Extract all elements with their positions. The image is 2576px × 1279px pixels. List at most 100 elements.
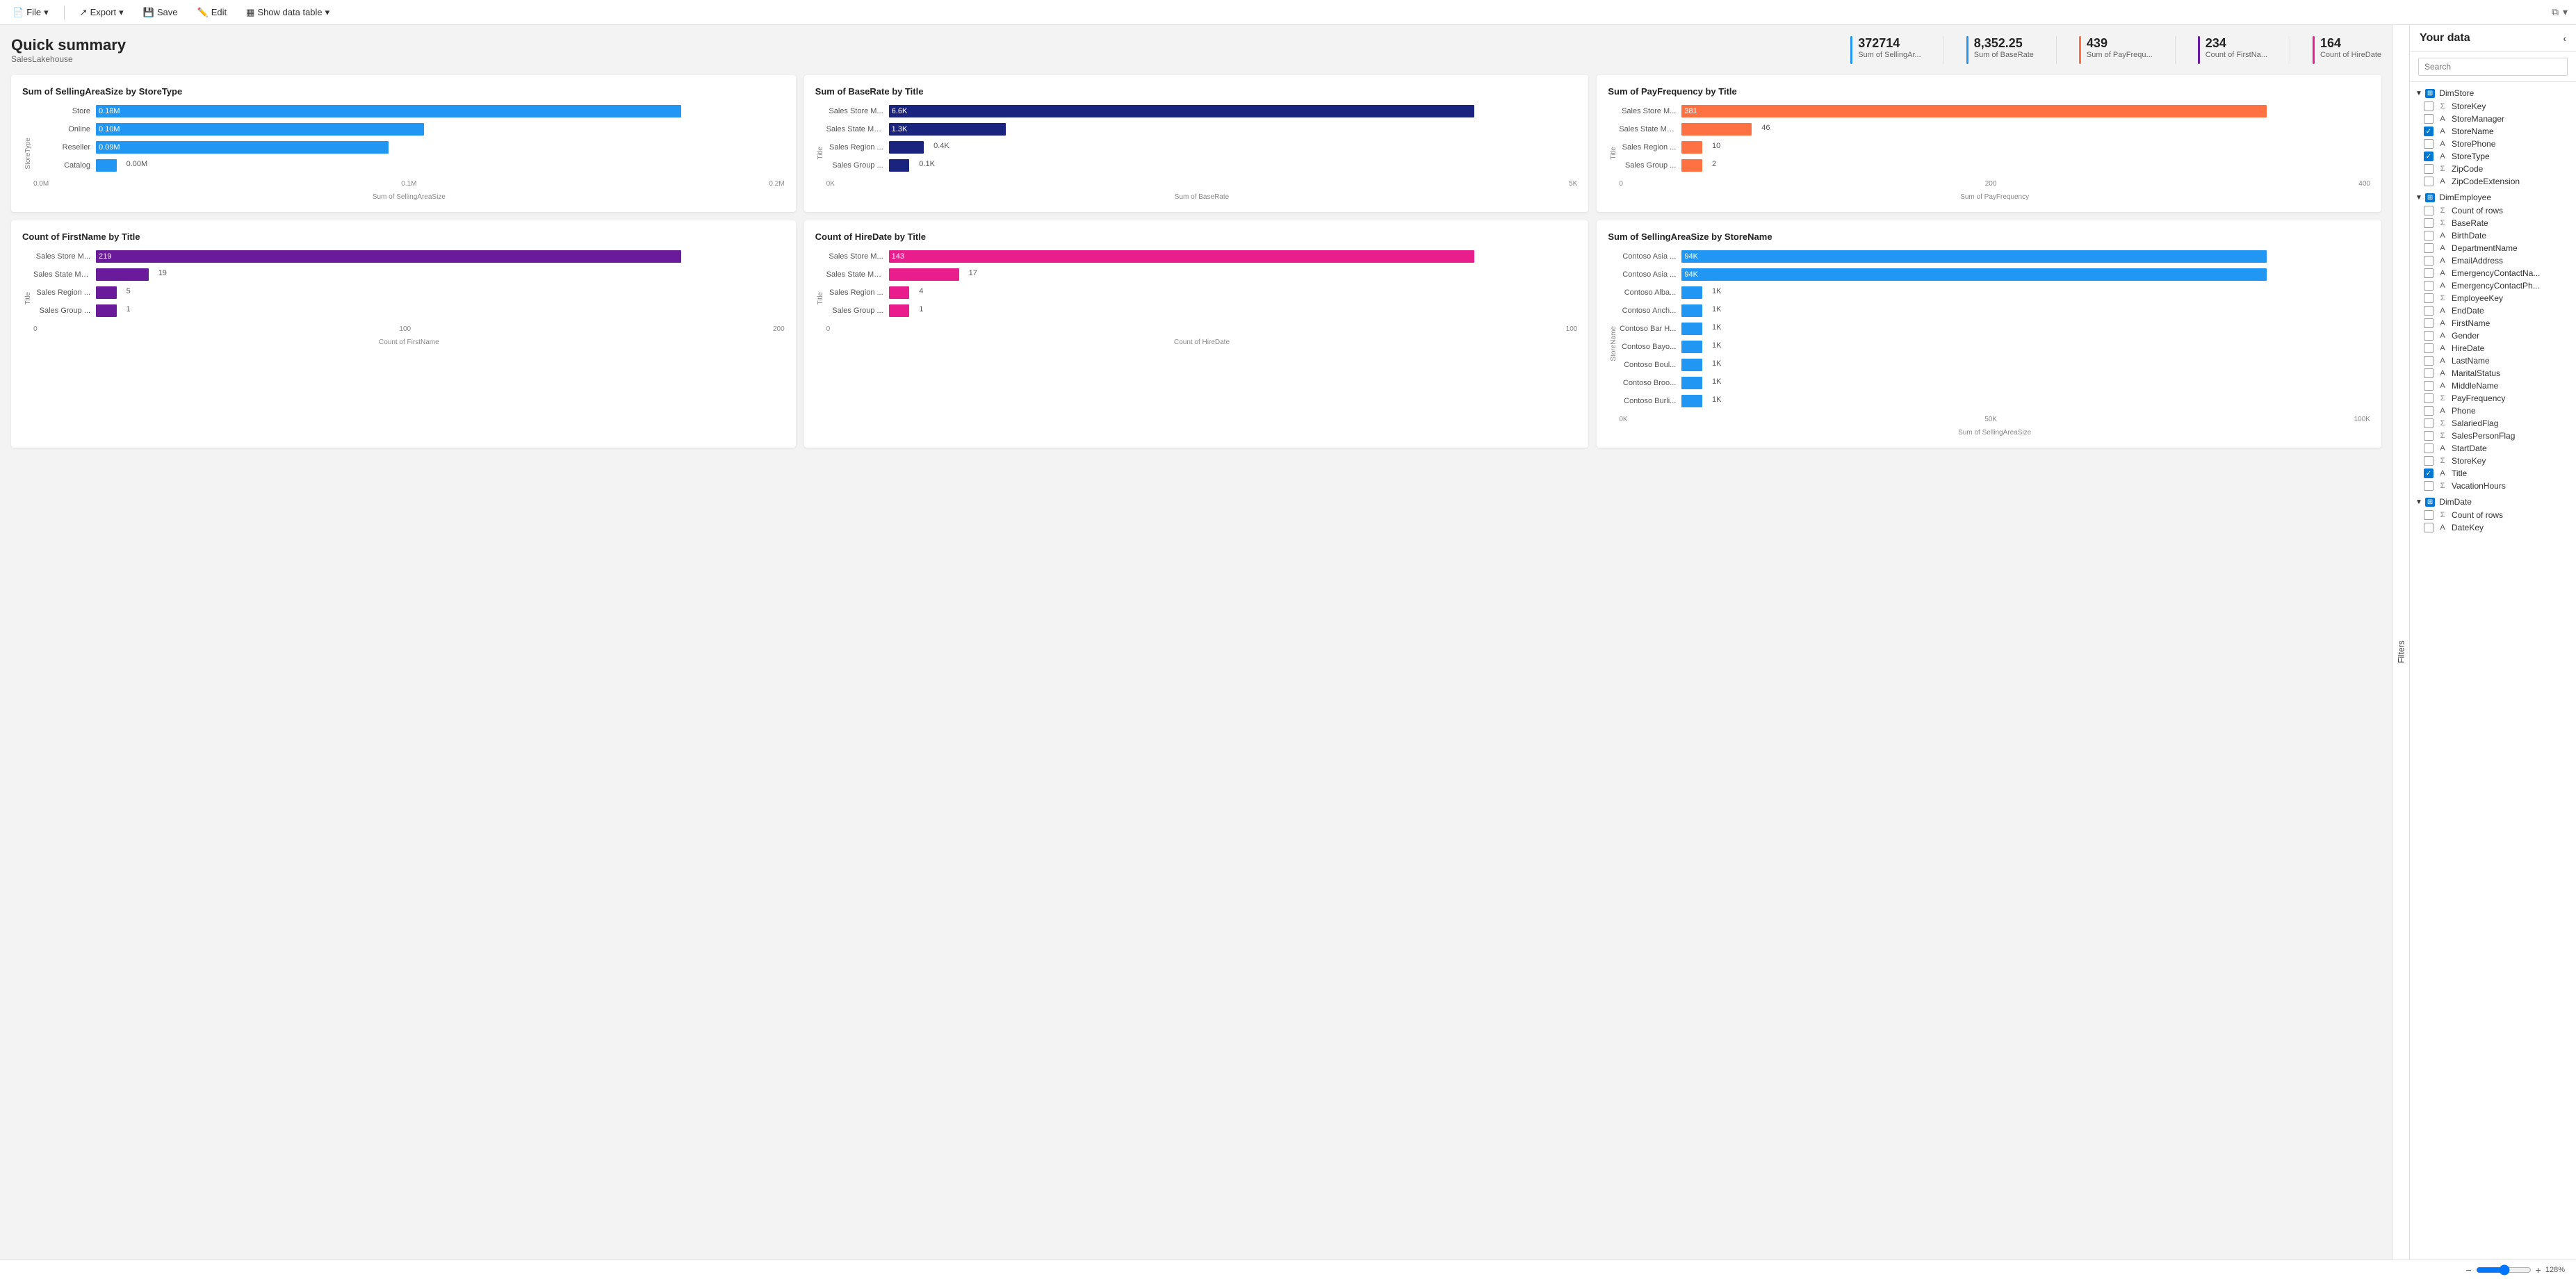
checkbox-1-11[interactable] (2424, 343, 2434, 353)
checkbox-1-13[interactable] (2424, 368, 2434, 378)
bar-fill-5-3 (1681, 304, 1702, 317)
checkbox-2-1[interactable] (2424, 523, 2434, 532)
bar-track-0-3: 0.00M (96, 159, 785, 172)
bar-value-inside-3-0: 219 (99, 252, 111, 261)
checkbox-1-5[interactable] (2424, 268, 2434, 278)
sidebar-item-1-4[interactable]: A EmailAddress (2410, 254, 2576, 267)
zoom-slider[interactable] (2476, 1264, 2532, 1276)
filters-tab[interactable]: Filters (2392, 25, 2409, 1279)
sidebar-item-0-0[interactable]: Σ StoreKey (2410, 100, 2576, 113)
kpi-item-3: 234 Count of FirstNa... (2198, 36, 2267, 64)
checkbox-0-2[interactable]: ✓ (2424, 127, 2434, 136)
sidebar-item-1-15[interactable]: Σ PayFrequency (2410, 392, 2576, 405)
sidebar-item-1-0[interactable]: Σ Count of rows (2410, 204, 2576, 217)
zoom-in-btn[interactable]: + (2536, 1264, 2541, 1276)
checkbox-1-7[interactable] (2424, 293, 2434, 303)
bar-track-0-2: 0.09M (96, 141, 785, 154)
bar-fill-5-7 (1681, 377, 1702, 389)
minimize-icon[interactable]: ⧉ (2552, 6, 2559, 18)
sidebar-item-0-4[interactable]: ✓ A StoreType (2410, 150, 2576, 163)
checkbox-0-3[interactable] (2424, 139, 2434, 149)
sidebar-content: ▼ ⊞ DimStore Σ StoreKey A StoreManager (2410, 82, 2576, 1279)
sidebar-item-1-22[interactable]: Σ VacationHours (2410, 480, 2576, 492)
sidebar-item-1-6[interactable]: A EmergencyContactPh... (2410, 279, 2576, 292)
chart-content-0: Store 0.18M Online 0.10M (33, 105, 785, 201)
sidebar-item-0-3[interactable]: A StorePhone (2410, 138, 2576, 150)
checkbox-1-3[interactable] (2424, 243, 2434, 253)
checkbox-0-1[interactable] (2424, 114, 2434, 124)
checkbox-1-20[interactable] (2424, 456, 2434, 466)
axis-tick: 100 (399, 325, 411, 333)
checkbox-1-17[interactable] (2424, 418, 2434, 428)
checkbox-1-18[interactable] (2424, 431, 2434, 441)
sidebar-item-0-1[interactable]: A StoreManager (2410, 113, 2576, 125)
sidebar-item-1-8[interactable]: A EndDate (2410, 304, 2576, 317)
show-data-table-btn[interactable]: ▦ Show data table ▾ (242, 6, 334, 19)
sidebar-item-1-21[interactable]: ✓ A Title (2410, 467, 2576, 480)
checkbox-1-15[interactable] (2424, 393, 2434, 403)
zoom-out-btn[interactable]: − (2465, 1264, 2471, 1276)
checkbox-1-16[interactable] (2424, 406, 2434, 416)
axis-tick: 200 (1985, 180, 1997, 188)
sidebar-item-1-16[interactable]: A Phone (2410, 405, 2576, 417)
sidebar-item-1-7[interactable]: Σ EmployeeKey (2410, 292, 2576, 304)
checkbox-0-6[interactable] (2424, 177, 2434, 186)
checkbox-0-0[interactable] (2424, 101, 2434, 111)
sidebar-section-header-2[interactable]: ▼ ⊞ DimDate (2410, 495, 2576, 509)
sidebar-item-1-2[interactable]: A BirthDate (2410, 229, 2576, 242)
bar-label-5-1: Contoso Asia ... (1619, 270, 1681, 279)
sidebar-item-1-18[interactable]: Σ SalesPersonFlag (2410, 430, 2576, 442)
sidebar-item-1-5[interactable]: A EmergencyContactNa... (2410, 267, 2576, 279)
checkbox-0-4[interactable]: ✓ (2424, 152, 2434, 161)
edit-btn[interactable]: ✏️ Edit (193, 6, 231, 19)
sidebar-collapse-btn[interactable]: ‹ (2563, 33, 2566, 44)
export-btn[interactable]: ↗ Export ▾ (76, 6, 128, 19)
checkbox-1-12[interactable] (2424, 356, 2434, 366)
checkbox-1-14[interactable] (2424, 381, 2434, 391)
checkbox-1-21[interactable]: ✓ (2424, 469, 2434, 478)
checkbox-0-5[interactable] (2424, 164, 2434, 174)
sidebar-item-1-14[interactable]: A MiddleName (2410, 380, 2576, 392)
checkbox-2-0[interactable] (2424, 510, 2434, 520)
checkbox-1-19[interactable] (2424, 443, 2434, 453)
checkbox-1-1[interactable] (2424, 218, 2434, 228)
sidebar-item-0-2[interactable]: ✓ A StoreName (2410, 125, 2576, 138)
checkbox-1-2[interactable] (2424, 231, 2434, 241)
sidebar-item-0-5[interactable]: Σ ZipCode (2410, 163, 2576, 175)
x-axis-label-4: Count of HireDate (826, 339, 1578, 346)
sidebar-item-label-0-0: StoreKey (2452, 101, 2486, 111)
sidebar-item-1-11[interactable]: A HireDate (2410, 342, 2576, 355)
sidebar-item-label-1-12: LastName (2452, 356, 2490, 366)
checkbox-1-8[interactable] (2424, 306, 2434, 316)
checkbox-1-4[interactable] (2424, 256, 2434, 266)
sidebar-section-header-0[interactable]: ▼ ⊞ DimStore (2410, 86, 2576, 100)
sidebar-item-1-10[interactable]: A Gender (2410, 329, 2576, 342)
search-input[interactable] (2418, 58, 2568, 76)
check-icon: ✓ (2426, 128, 2431, 136)
bar-value-inside-4-0: 143 (892, 252, 904, 261)
axis-tick: 5K (1569, 180, 1577, 188)
checkbox-1-10[interactable] (2424, 331, 2434, 341)
sidebar-item-1-12[interactable]: A LastName (2410, 355, 2576, 367)
sidebar-item-1-17[interactable]: Σ SalariedFlag (2410, 417, 2576, 430)
expand-icon[interactable]: ▾ (2563, 6, 2568, 18)
export-chevron: ▾ (119, 7, 124, 18)
sidebar-item-1-9[interactable]: A FirstName (2410, 317, 2576, 329)
file-menu[interactable]: 📄 File ▾ (8, 6, 53, 19)
sidebar-section-header-1[interactable]: ▼ ⊞ DimEmployee (2410, 190, 2576, 204)
sidebar-item-0-6[interactable]: A ZipCodeExtension (2410, 175, 2576, 188)
x-axis-label-2: Sum of PayFrequency (1619, 193, 2370, 201)
sidebar-item-1-20[interactable]: Σ StoreKey (2410, 455, 2576, 467)
sidebar-item-1-19[interactable]: A StartDate (2410, 442, 2576, 455)
save-btn[interactable]: 💾 Save (139, 6, 182, 19)
checkbox-1-9[interactable] (2424, 318, 2434, 328)
checkbox-1-0[interactable] (2424, 206, 2434, 215)
sidebar-item-1-3[interactable]: A DepartmentName (2410, 242, 2576, 254)
sidebar-item-2-0[interactable]: Σ Count of rows (2410, 509, 2576, 521)
checkbox-1-6[interactable] (2424, 281, 2434, 291)
sidebar-item-2-1[interactable]: A DateKey (2410, 521, 2576, 534)
sidebar-item-1-1[interactable]: Σ BaseRate (2410, 217, 2576, 229)
checkbox-1-22[interactable] (2424, 481, 2434, 491)
sigma-icon-1-1: Σ (2438, 219, 2447, 227)
sidebar-item-1-13[interactable]: A MaritalStatus (2410, 367, 2576, 380)
